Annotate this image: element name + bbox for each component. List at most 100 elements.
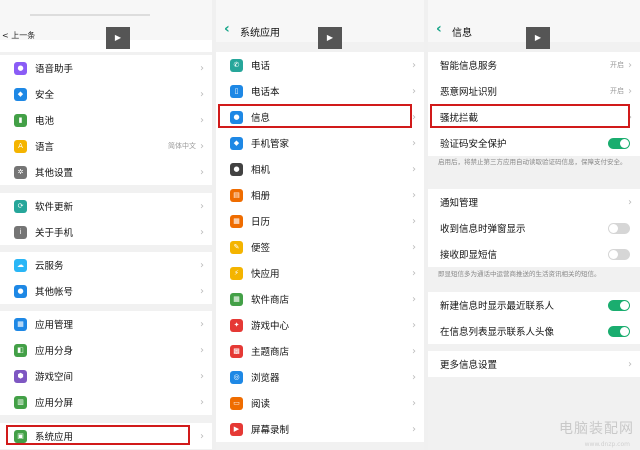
list-item-label: 恶意网址识别: [440, 87, 498, 98]
phone-icon: ✆: [230, 58, 243, 72]
back-chevron-icon[interactable]: ‹: [436, 22, 442, 36]
list-item[interactable]: ▭ 阅读 ›: [216, 390, 424, 416]
list-item[interactable]: ▦ 应用管理 ›: [0, 311, 212, 337]
toggle-row[interactable]: 新建信息时显示最近联系人: [428, 292, 640, 318]
list-item[interactable]: ⟳ 软件更新 ›: [0, 193, 212, 219]
clone-icon: ◧: [14, 343, 27, 357]
list-item[interactable]: ✦ 游戏中心 ›: [216, 312, 424, 338]
list-item[interactable]: ✲ 其他设置 ›: [0, 159, 212, 185]
list-item-label: 电话本: [251, 87, 280, 98]
chevron-right-icon: ›: [200, 226, 204, 238]
chevron-right-icon: ›: [200, 88, 204, 100]
list-item[interactable]: ● 语音助手 ›: [0, 55, 212, 81]
toggle-switch[interactable]: [608, 325, 630, 337]
list-item-label: 手机管家: [251, 139, 290, 150]
watermark: 电脑装配网: [559, 421, 634, 437]
book-icon: ▭: [230, 396, 243, 410]
toggle-row[interactable]: 验证码安全保护: [428, 130, 640, 156]
shield-icon: ◆: [14, 87, 27, 101]
list-item[interactable]: ⬢ 游戏空间 ›: [0, 363, 212, 389]
list-item[interactable]: ▦ 软件商店 ›: [216, 286, 424, 312]
play-icon[interactable]: ▶: [106, 27, 130, 49]
list-item[interactable]: 智能信息服务 开启 ›: [428, 52, 640, 78]
list-item[interactable]: ◆ 手机管家 ›: [216, 130, 424, 156]
list-item-label: 相机: [251, 165, 271, 176]
list-item-label: 相册: [251, 191, 271, 202]
list-item[interactable]: ● 信息 ›: [216, 104, 424, 130]
list-item-label: 新建信息时显示最近联系人: [440, 301, 555, 312]
chevron-right-icon: ›: [412, 293, 416, 305]
game-icon: ⬢: [14, 369, 27, 383]
list-item[interactable]: ✆ 电话 ›: [216, 52, 424, 78]
split-screen-icon: ▥: [14, 395, 27, 409]
list-item[interactable]: ● 其他帐号 ›: [0, 278, 212, 304]
list-item[interactable]: ▥ 应用分屏 ›: [0, 389, 212, 415]
list-item[interactable]: 骚扰拦截 ›: [428, 104, 640, 130]
list-item[interactable]: ▦ 日历 ›: [216, 208, 424, 234]
chevron-right-icon: ›: [628, 358, 632, 370]
list-item-label: 信息: [251, 113, 271, 124]
messages-settings-panel: ‹ 信息 ▶ 智能信息服务 开启 › 恶意网址识别 开启 › 骚扰拦截 › 验证码安全保护 通知管…: [428, 0, 640, 450]
chevron-right-icon: ›: [628, 59, 632, 71]
chevron-right-icon: ›: [412, 371, 416, 383]
list-item[interactable]: ▤ 相册 ›: [216, 182, 424, 208]
list-item[interactable]: ◧ 应用分身 ›: [0, 337, 212, 363]
list-item-label: 骚扰拦截: [440, 113, 479, 124]
list-item-label: 更多信息设置: [440, 360, 498, 371]
page-title: 系统应用: [240, 28, 280, 39]
list-item[interactable]: ● 相机 ›: [216, 156, 424, 182]
calendar-icon: ▦: [230, 214, 243, 228]
list-item[interactable]: 通知管理 ›: [428, 189, 640, 215]
chevron-right-icon: ›: [200, 318, 204, 330]
list-item[interactable]: A 语言 简体中文 ›: [0, 133, 212, 159]
list-item[interactable]: 恶意网址识别 开启 ›: [428, 78, 640, 104]
list-item[interactable]: ✎ 便签 ›: [216, 234, 424, 260]
chevron-right-icon: ›: [628, 85, 632, 97]
toggle-switch[interactable]: [608, 299, 630, 311]
list-item[interactable]: ▯ 电话本 ›: [216, 78, 424, 104]
chevron-right-icon: ›: [412, 397, 416, 409]
list-item[interactable]: ☁ 云服务 ›: [0, 252, 212, 278]
list-item-label: 智能信息服务: [440, 61, 498, 72]
chevron-right-icon: ›: [200, 166, 204, 178]
list-item[interactable]: 更多信息设置 ›: [428, 351, 640, 377]
back-chevron-icon[interactable]: ‹: [224, 22, 230, 36]
list-item[interactable]: ⚡ 快应用 ›: [216, 260, 424, 286]
list-item[interactable]: ◎ 浏览器 ›: [216, 364, 424, 390]
toggle-switch[interactable]: [608, 248, 630, 260]
list-item-label: 主题商店: [251, 347, 290, 358]
cloud-icon: ☁: [14, 258, 27, 272]
list-item-value: 开启: [610, 87, 624, 95]
apps-icon: ▦: [14, 317, 27, 331]
chevron-right-icon: ›: [200, 370, 204, 382]
chevron-right-icon: ›: [200, 344, 204, 356]
toggle-switch[interactable]: [608, 222, 630, 234]
watermark-url: www.dnzp.com: [584, 441, 630, 448]
record-icon: ▶: [230, 422, 243, 436]
toggle-row[interactable]: 接收即显短信: [428, 241, 640, 267]
list-item[interactable]: ◆ 安全 ›: [0, 81, 212, 107]
list-item-label: 关于手机: [35, 228, 74, 239]
chevron-right-icon: ›: [200, 140, 204, 152]
chevron-right-icon: ›: [200, 114, 204, 126]
toggle-switch[interactable]: [608, 137, 630, 149]
status-bar: [30, 14, 150, 16]
info-icon: i: [14, 225, 27, 239]
list-item[interactable]: ▣ 系统应用 ›: [0, 423, 212, 449]
list-item-label: 语言: [35, 142, 55, 153]
list-item[interactable]: ▶ 屏幕录制 ›: [216, 416, 424, 442]
list-item-label: 应用分身: [35, 346, 74, 357]
list-item-label: 验证码安全保护: [440, 139, 507, 150]
list-item-label: 应用分屏: [35, 398, 74, 409]
system-apps-panel: ‹ 系统应用 ▶ ✆ 电话 › ▯ 电话本 › ● 信息 › ◆ 手机管家 › ● 相机 › ▤ 相册 › ▦ 日历 ›…: [216, 0, 424, 450]
play-icon[interactable]: ▶: [318, 27, 342, 49]
list-item[interactable]: ▩ 主题商店 ›: [216, 338, 424, 364]
list-item[interactable]: ▮ 电池 ›: [0, 107, 212, 133]
play-icon[interactable]: ▶: [526, 27, 550, 49]
chevron-right-icon: ›: [412, 423, 416, 435]
contacts-icon: ▯: [230, 84, 243, 98]
list-item[interactable]: i 关于手机 ›: [0, 219, 212, 245]
toggle-row[interactable]: 在信息列表显示联系人头像: [428, 318, 640, 344]
list-item-label: 游戏中心: [251, 321, 290, 332]
toggle-row[interactable]: 收到信息时弹窗显示: [428, 215, 640, 241]
